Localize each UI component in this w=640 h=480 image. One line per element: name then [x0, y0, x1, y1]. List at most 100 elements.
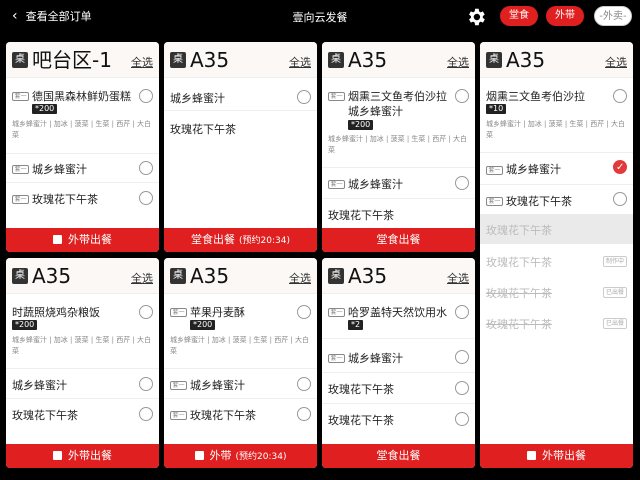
item-qty: *2	[348, 320, 364, 330]
table-badge: 桌	[12, 52, 28, 68]
set-tag: 套一	[170, 381, 187, 390]
item-checkbox[interactable]	[613, 160, 627, 174]
item-checkbox[interactable]	[455, 350, 469, 364]
item-name: 玫瑰花下午茶	[190, 409, 256, 422]
takeaway-filter-pill[interactable]: 外带	[546, 6, 584, 26]
item-name: 玫瑰花下午茶	[486, 256, 552, 269]
set-tag: 套一	[170, 308, 187, 317]
order-card: 桌 A35 全选 时蔬照烧鸡杂粮饭 *200 城乡蜂蜜汁 | 加冰 | 菠菜 |…	[6, 258, 159, 468]
status-badge: 已出餐	[602, 287, 627, 298]
item-checkbox[interactable]	[297, 407, 311, 421]
item-checkbox[interactable]	[455, 176, 469, 190]
item-name: 城乡蜂蜜汁	[348, 352, 403, 365]
item-options: 城乡蜂蜜汁 | 加冰 | 菠菜 | 生菜 | 西芹 | 大白菜	[486, 120, 626, 139]
set-tag: 套一	[328, 354, 345, 363]
item-name: 玫瑰花下午茶	[32, 193, 98, 206]
set-tag: 套一	[328, 180, 345, 189]
divider	[164, 368, 317, 369]
item-name: 玫瑰花下午茶	[506, 195, 572, 208]
dine-in-serve-button[interactable]: 堂食出餐	[322, 444, 475, 468]
table-badge: 桌	[12, 268, 28, 284]
divider	[322, 403, 475, 404]
item-checkbox[interactable]	[297, 305, 311, 319]
order-card: 桌 A35 全选 烟熏三文鱼考伯沙拉 *10 城乡蜂蜜汁 | 加冰 | 菠菜 |…	[480, 42, 633, 468]
card-header: 桌 A35 全选	[322, 42, 475, 78]
dine-in-filter-pill[interactable]: 堂食	[500, 6, 538, 26]
item-checkbox[interactable]	[297, 377, 311, 391]
takeaway-serve-button[interactable]: 外带出餐	[6, 228, 159, 252]
table-badge: 桌	[328, 268, 344, 284]
item-name: 玫瑰花下午茶	[486, 224, 552, 237]
item-name: 玫瑰花下午茶	[328, 414, 394, 427]
item-options: 城乡蜂蜜汁 | 加冰 | 菠菜 | 生菜 | 西芹 | 大白菜	[12, 120, 152, 139]
select-all-button[interactable]: 全选	[289, 54, 311, 70]
item-checkbox[interactable]	[613, 192, 627, 206]
select-all-button[interactable]: 全选	[289, 270, 311, 286]
divider	[6, 153, 159, 154]
divider	[322, 167, 475, 168]
item-name-line2: 城乡蜂蜜汁	[348, 105, 403, 118]
select-all-button[interactable]: 全选	[605, 54, 627, 70]
item-name: 德国黑森林鲜奶蛋糕	[32, 90, 131, 103]
set-tag: 套一	[170, 411, 187, 420]
item-name: 城乡蜂蜜汁	[32, 163, 87, 176]
item-checkbox[interactable]	[139, 191, 153, 205]
item-checkbox[interactable]	[297, 90, 311, 104]
table-badge: 桌	[170, 268, 186, 284]
card-header: 桌 A35 全选	[6, 258, 159, 294]
order-card: 桌 A35 全选 套一 苹果丹麦酥 *200 城乡蜂蜜汁 | 加冰 | 菠菜 |…	[164, 258, 317, 468]
select-all-button[interactable]: 全选	[131, 54, 153, 70]
divider	[322, 338, 475, 339]
bag-icon	[194, 451, 204, 460]
table-name: A35	[190, 48, 230, 72]
set-tag: 套一	[486, 166, 503, 175]
item-options: 城乡蜂蜜汁 | 加冰 | 菠菜 | 生菜 | 西芹 | 大白菜	[12, 336, 152, 355]
item-qty: *200	[12, 320, 38, 330]
table-name: 吧台区-1	[32, 48, 112, 72]
select-all-button[interactable]: 全选	[447, 270, 469, 286]
divider	[164, 110, 317, 111]
item-checkbox[interactable]	[139, 161, 153, 175]
item-qty: *200	[190, 320, 216, 330]
page-title: 壹向云发餐	[292, 11, 348, 24]
item-checkbox[interactable]	[455, 412, 469, 426]
card-header: 桌 A35 全选	[480, 42, 633, 78]
table-badge: 桌	[170, 52, 186, 68]
item-name: 玫瑰花下午茶	[328, 209, 394, 222]
takeaway-button[interactable]: 外带 (预约20:34)	[164, 444, 317, 468]
item-checkbox[interactable]	[613, 89, 627, 103]
order-card: 桌 吧台区-1 全选 套一 德国黑森林鲜奶蛋糕 *200 城乡蜂蜜汁 | 加冰 …	[6, 42, 159, 252]
card-header: 桌 A35 全选	[164, 258, 317, 294]
card-header: 桌 A35 全选	[322, 258, 475, 294]
item-name: 玫瑰花下午茶	[486, 318, 552, 331]
card-header: 桌 吧台区-1 全选	[6, 42, 159, 78]
status-badge: 制作中	[602, 256, 627, 267]
divider	[6, 398, 159, 399]
order-card: 桌 A35 全选 套一 哈罗盖特天然饮用水 *2 套一 城乡蜂蜜汁 玫瑰花下午茶…	[322, 258, 475, 468]
item-options: 城乡蜂蜜汁 | 加冰 | 菠菜 | 生菜 | 西芹 | 大白菜	[328, 135, 468, 154]
takeaway-serve-button[interactable]: 外带出餐	[480, 444, 633, 468]
set-tag: 套一	[328, 92, 345, 101]
item-checkbox[interactable]	[139, 89, 153, 103]
dine-in-serve-button[interactable]: 堂食出餐	[322, 228, 475, 252]
table-name: A35	[348, 48, 388, 72]
item-checkbox[interactable]	[455, 381, 469, 395]
item-checkbox[interactable]	[455, 89, 469, 103]
item-checkbox[interactable]	[139, 305, 153, 319]
item-name: 城乡蜂蜜汁	[170, 92, 225, 105]
item-checkbox[interactable]	[139, 377, 153, 391]
delivery-filter-pill[interactable]: -外卖-	[594, 6, 632, 26]
select-all-button[interactable]: 全选	[447, 54, 469, 70]
dine-in-serve-button[interactable]: 堂食出餐 (预约20:34)	[164, 228, 317, 252]
divider	[322, 198, 475, 199]
divider	[480, 184, 633, 185]
bag-icon	[53, 235, 62, 244]
top-bar: ‹ 查看全部订单 壹向云发餐 堂食 外带 -外卖-	[0, 0, 640, 34]
gear-icon[interactable]	[465, 6, 487, 28]
takeaway-serve-button[interactable]: 外带出餐	[6, 444, 159, 468]
select-all-button[interactable]: 全选	[131, 270, 153, 286]
item-name: 城乡蜂蜜汁	[348, 178, 403, 191]
item-checkbox[interactable]	[139, 407, 153, 421]
item-checkbox[interactable]	[455, 305, 469, 319]
item-name: 烟熏三文鱼考伯沙拉	[348, 90, 447, 103]
